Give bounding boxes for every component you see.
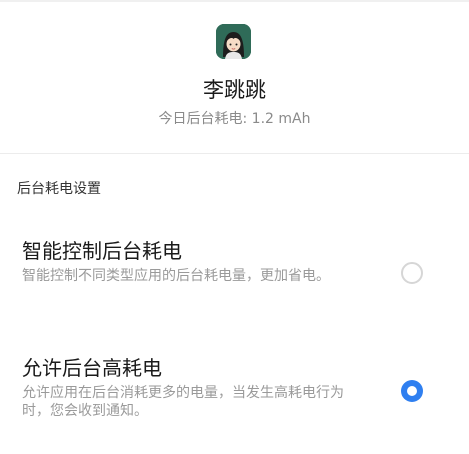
app-header: 李跳跳 今日后台耗电: 1.2 mAh — [0, 0, 469, 153]
section-title: 后台耗电设置 — [17, 181, 101, 197]
battery-settings-page: 李跳跳 今日后台耗电: 1.2 mAh 后台耗电设置 智能控制后台耗电 智能控制… — [0, 0, 469, 454]
option-title: 允许后台高耗电 — [22, 356, 162, 380]
today-battery-usage: 今日后台耗电: 1.2 mAh — [158, 111, 311, 127]
option-smart-control[interactable]: 智能控制后台耗电 智能控制不同类型应用的后台耗电量，更加省电。 — [0, 238, 469, 318]
app-name: 李跳跳 — [203, 78, 266, 102]
radio-button-unselected[interactable] — [401, 262, 423, 284]
option-title: 智能控制后台耗电 — [22, 239, 182, 263]
option-description: 允许应用在后台消耗更多的电量，当发生高耗电行为时，您会收到通知。 — [22, 385, 344, 419]
radio-button-selected[interactable] — [401, 380, 423, 402]
divider — [0, 153, 469, 154]
option-description: 智能控制不同类型应用的后台耗电量，更加省电。 — [22, 268, 330, 284]
option-allow-high-usage[interactable]: 允许后台高耗电 允许应用在后台消耗更多的电量，当发生高耗电行为时，您会收到通知。 — [0, 355, 469, 435]
girl-avatar-icon — [216, 24, 251, 59]
